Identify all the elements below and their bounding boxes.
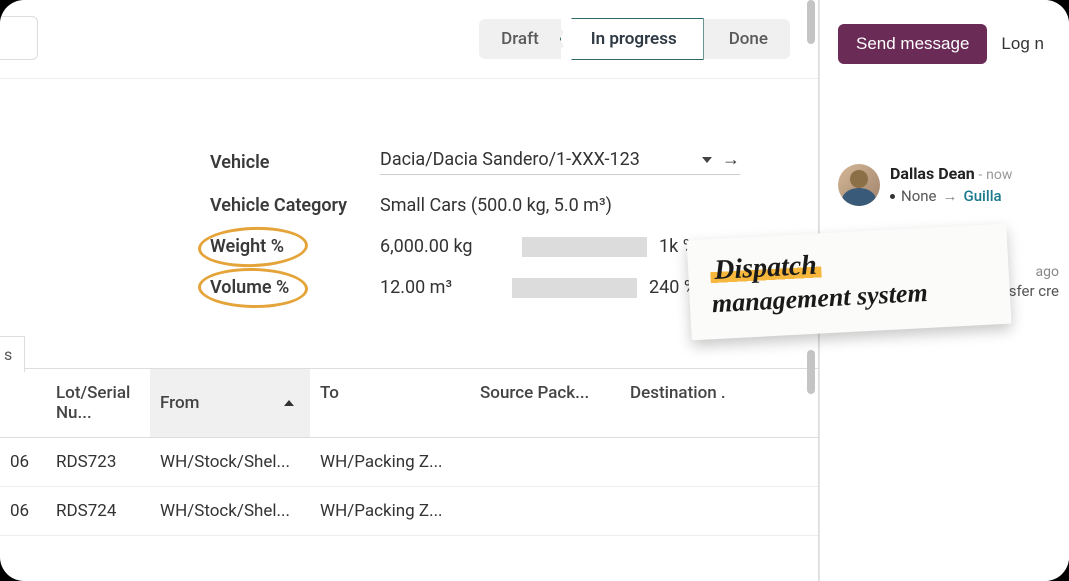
weight-value: 6,000.00 kg (380, 236, 510, 257)
status-done[interactable]: Done (703, 19, 790, 59)
vehicle-value: Dacia/Dacia Sandero/1-XXX-123 (380, 149, 640, 170)
status-bar: Draft In progress Done (0, 0, 818, 78)
table-row[interactable]: 06 RDS724 WH/Stock/Shel... WH/Packing Z.… (0, 487, 818, 536)
scrollbar-top[interactable] (807, 0, 815, 44)
vehicle-category-label: Vehicle Category (210, 195, 380, 216)
volume-progress-bar (512, 278, 637, 298)
sticky-line1: Dispatch (709, 249, 821, 286)
cell-lot: RDS723 (56, 438, 150, 486)
tab-stub[interactable]: s (0, 336, 25, 372)
th-from[interactable]: From (150, 369, 310, 437)
change-from: None (901, 187, 937, 205)
vehicle-label: Vehicle (210, 152, 380, 173)
bullet-icon (890, 194, 895, 199)
th-from-label: From (160, 393, 199, 413)
th-source-pack[interactable]: Source Pack... (470, 369, 620, 437)
status-draft[interactable]: Draft (479, 19, 561, 59)
status-in-progress[interactable]: In progress (560, 18, 704, 60)
vehicle-category-value: Small Cars (500.0 kg, 5.0 m³) (380, 195, 612, 216)
th-lot[interactable]: Lot/Serial Nu... (0, 369, 150, 437)
cell-lot: RDS724 (56, 487, 150, 535)
cell-prefix: 06 (0, 487, 56, 535)
message-item: Dallas Dean - now None → Guilla (838, 164, 1069, 206)
th-to[interactable]: To (310, 369, 470, 437)
volume-label: Volume % (210, 277, 380, 298)
scrollbar-table[interactable] (807, 350, 815, 394)
send-message-button[interactable]: Send message (838, 24, 987, 64)
cell-prefix: 06 (0, 438, 56, 486)
change-to-link[interactable]: Guilla (964, 187, 1002, 205)
cell-to: WH/Packing Z... (310, 438, 470, 486)
volume-value: 12.00 m³ (380, 277, 500, 298)
table-area: s Lot/Serial Nu... From To Source Pack..… (0, 368, 818, 536)
arrow-right-icon[interactable]: → (722, 149, 740, 170)
trail-time: ago (1036, 264, 1059, 280)
weight-progress-bar (522, 237, 647, 257)
left-panel-stub (0, 16, 38, 60)
log-note-button[interactable]: Log n (1001, 24, 1044, 64)
sort-asc-icon (284, 400, 294, 406)
arrow-right-small-icon: → (943, 187, 958, 205)
cell-from: WH/Stock/Shel... (150, 487, 310, 535)
avatar[interactable] (838, 164, 880, 206)
vehicle-category-row: Vehicle Category Small Cars (500.0 kg, 5… (0, 185, 818, 226)
vehicle-row: Vehicle Dacia/Dacia Sandero/1-XXX-123 → (0, 139, 818, 185)
cell-from: WH/Stock/Shel... (150, 438, 310, 486)
sticky-note: Dispatch management system (687, 224, 1012, 341)
cell-to: WH/Packing Z... (310, 487, 470, 535)
message-author[interactable]: Dallas Dean (890, 164, 975, 183)
vehicle-select[interactable]: Dacia/Dacia Sandero/1-XXX-123 → (380, 149, 740, 175)
th-destination[interactable]: Destination . (620, 369, 760, 437)
chevron-down-icon[interactable] (702, 157, 712, 163)
table-row[interactable]: 06 RDS723 WH/Stock/Shel... WH/Packing Z.… (0, 438, 818, 487)
table-header: Lot/Serial Nu... From To Source Pack... … (0, 368, 818, 438)
weight-label: Weight % (210, 236, 380, 257)
message-time-sep: - (979, 167, 983, 183)
message-time: now (986, 167, 1012, 183)
